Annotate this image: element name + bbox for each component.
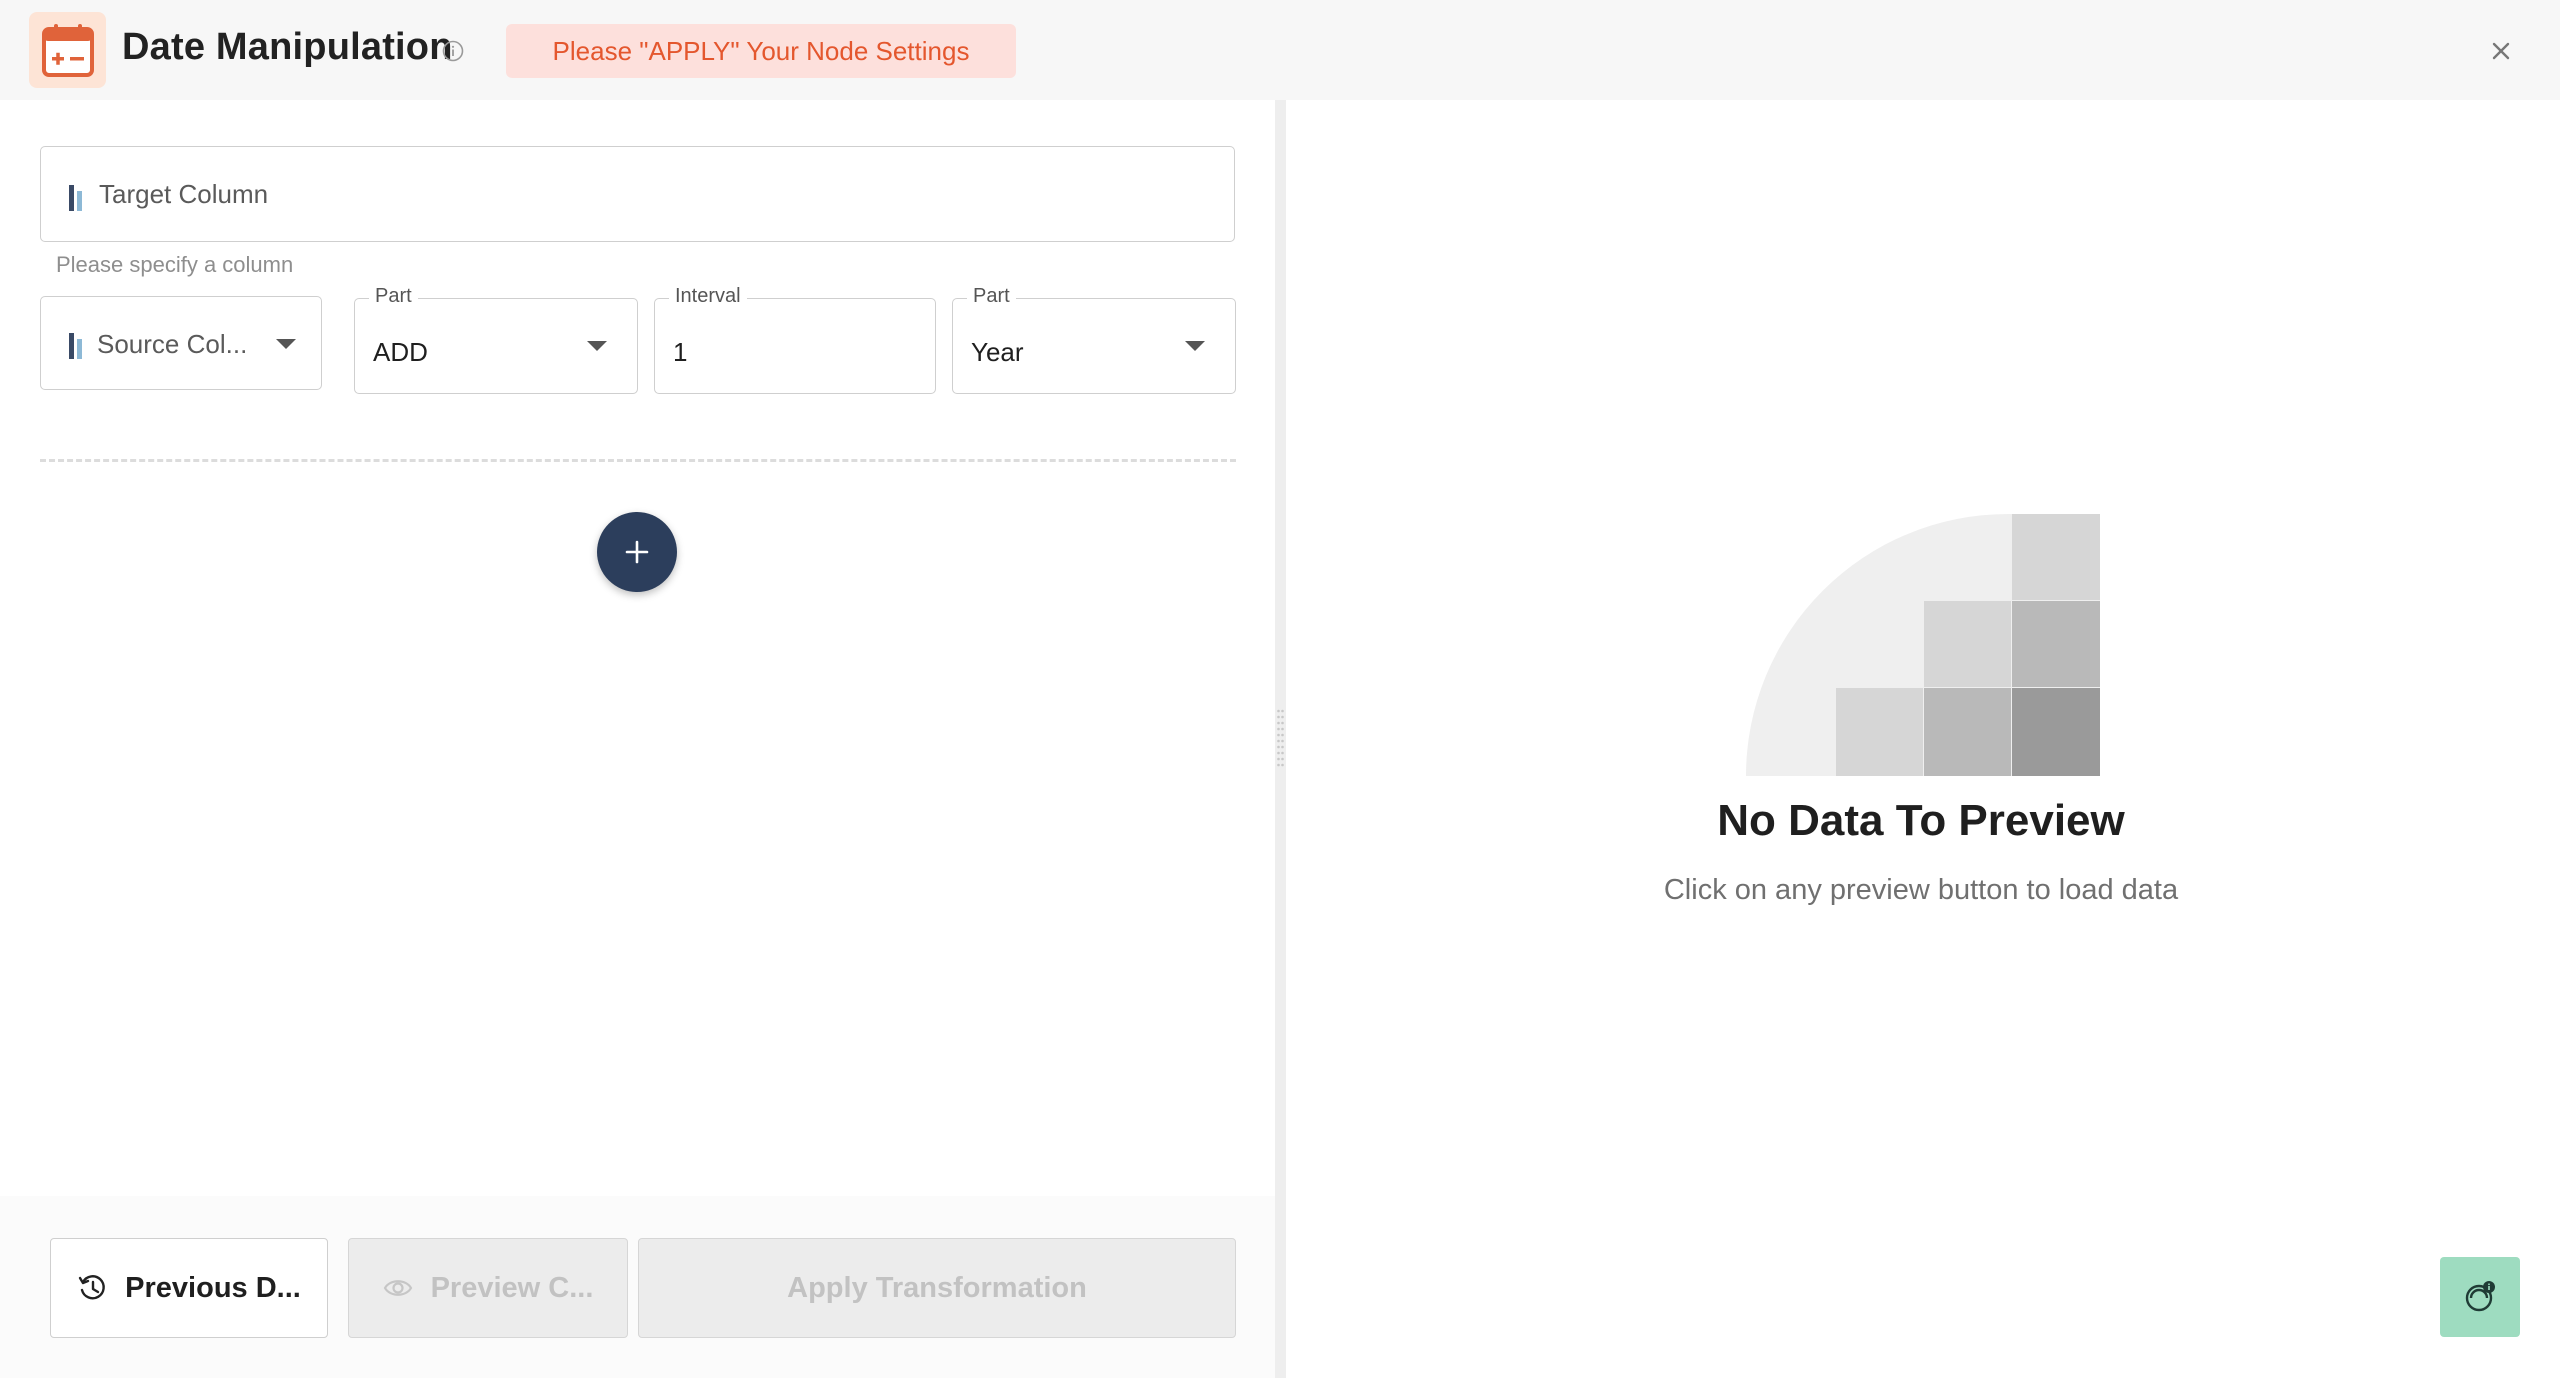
apply-transformation-label: Apply Transformation <box>787 1271 1087 1304</box>
column-icon <box>69 185 82 211</box>
add-row-button[interactable] <box>597 512 677 592</box>
support-icon <box>2465 1281 2495 1312</box>
section-divider <box>40 459 1236 462</box>
interval-value: 1 <box>673 337 688 367</box>
previous-data-label: Previous D... <box>125 1271 301 1304</box>
calendar-icon <box>29 12 106 88</box>
no-data-illustration <box>1746 514 2100 776</box>
unit-value: Year <box>971 337 1024 367</box>
preview-button[interactable]: Preview C... <box>348 1238 628 1338</box>
chevron-down-icon <box>276 339 296 349</box>
plus-icon <box>625 540 649 564</box>
interval-input[interactable]: Interval 1 <box>654 285 936 394</box>
operation-value: ADD <box>373 337 428 367</box>
page-title: Date Manipulation <box>122 26 453 68</box>
help-chat-button[interactable] <box>2440 1257 2520 1337</box>
close-icon[interactable] <box>2486 36 2516 66</box>
previous-data-button[interactable]: Previous D... <box>50 1238 328 1338</box>
column-icon <box>69 333 82 359</box>
settings-panel <box>0 100 1275 1378</box>
apply-alert-banner: Please "APPLY" Your Node Settings <box>506 24 1016 78</box>
target-column-placeholder: Target Column <box>99 179 269 209</box>
source-column-select[interactable]: Source Col... <box>40 296 322 390</box>
target-column-helper: Please specify a column <box>56 252 294 277</box>
interval-label: Interval <box>669 285 747 308</box>
chevron-down-icon <box>587 341 607 351</box>
preview-label: Preview C... <box>430 1271 594 1304</box>
operation-select[interactable]: Part ADD <box>354 285 638 394</box>
operation-label: Part <box>369 285 418 308</box>
header-bar: Date Manipulation Please "APPLY" Your No… <box>0 0 2560 100</box>
empty-state-title: No Data To Preview <box>1717 796 2125 845</box>
info-icon[interactable] <box>442 40 464 62</box>
unit-label: Part <box>967 285 1016 308</box>
drag-handle-icon[interactable] <box>1276 708 1285 770</box>
apply-transformation-button[interactable]: Apply Transformation <box>638 1238 1236 1338</box>
history-icon <box>78 1275 106 1300</box>
eye-icon <box>383 1280 412 1296</box>
target-column-input[interactable]: Target Column <box>40 146 1235 242</box>
unit-select[interactable]: Part Year <box>952 285 1236 394</box>
chevron-down-icon <box>1185 341 1205 351</box>
source-column-placeholder: Source Col... <box>97 329 248 359</box>
empty-state-subtitle: Click on any preview button to load data <box>1663 874 2179 906</box>
